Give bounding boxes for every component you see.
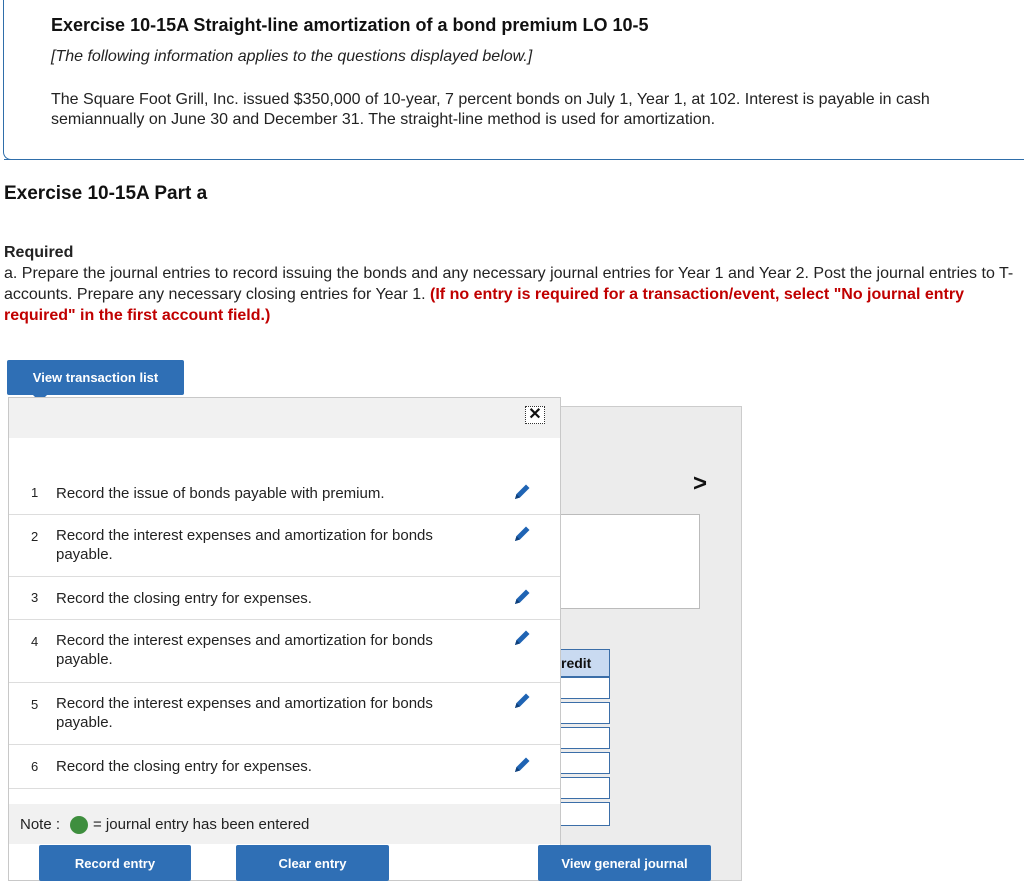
- transaction-number: 1: [31, 485, 39, 500]
- journal-description-box: [560, 514, 700, 609]
- problem-text: The Square Foot Grill, Inc. issued $350,…: [51, 91, 930, 128]
- close-icon[interactable]: ✕: [525, 406, 545, 424]
- transaction-row[interactable]: 5 Record the interest expenses and amort…: [9, 682, 560, 745]
- credit-input[interactable]: [560, 777, 610, 799]
- transaction-row[interactable]: 6 Record the closing entry for expenses.: [9, 744, 560, 789]
- entered-status-dot: [70, 816, 88, 834]
- pencil-icon[interactable]: [511, 481, 533, 503]
- exercise-title: Exercise 10-15A Straight-line amortizati…: [51, 15, 649, 35]
- transaction-number: 6: [31, 759, 39, 774]
- credit-column-header: redit: [560, 649, 610, 677]
- transaction-text: Record the interest expenses and amortiz…: [56, 527, 433, 563]
- transaction-row[interactable]: 4 Record the interest expenses and amort…: [9, 619, 560, 683]
- part-title: Exercise 10-15A Part a: [4, 183, 208, 204]
- transaction-number: 5: [31, 697, 39, 712]
- required-section: Required a. Prepare the journal entries …: [4, 242, 1019, 326]
- transaction-list-popup: ✕ 1 Record the issue of bonds payable wi…: [8, 397, 561, 881]
- credit-input[interactable]: [560, 802, 610, 826]
- transaction-number: 4: [31, 634, 39, 649]
- transaction-text: Record the closing entry for expenses.: [56, 590, 312, 607]
- record-entry-button[interactable]: Record entry: [39, 845, 191, 881]
- credit-input[interactable]: [560, 727, 610, 749]
- transaction-text: Record the issue of bonds payable with p…: [56, 485, 385, 502]
- required-heading: Required: [4, 244, 74, 261]
- view-transaction-list-button[interactable]: View transaction list: [7, 360, 184, 402]
- note-label: Note :: [20, 816, 61, 833]
- pencil-icon[interactable]: [511, 690, 533, 712]
- credit-input[interactable]: [560, 702, 610, 724]
- next-arrow-icon[interactable]: >: [693, 470, 707, 498]
- transaction-number: 2: [31, 529, 39, 544]
- transaction-text: Record the closing entry for expenses.: [56, 758, 312, 775]
- note-description: = journal entry has been entered: [93, 816, 310, 833]
- pencil-icon[interactable]: [511, 754, 533, 776]
- transaction-text: Record the interest expenses and amortiz…: [56, 632, 433, 668]
- clear-entry-button[interactable]: Clear entry: [236, 845, 389, 881]
- popup-header: [9, 398, 560, 438]
- transaction-number: 3: [31, 590, 39, 605]
- credit-input[interactable]: [560, 677, 610, 699]
- credit-input[interactable]: [560, 752, 610, 774]
- view-general-journal-button[interactable]: View general journal: [538, 845, 711, 881]
- pencil-icon[interactable]: [511, 523, 533, 545]
- info-note: [The following information applies to th…: [51, 48, 533, 65]
- transaction-row[interactable]: 1 Record the issue of bonds payable with…: [9, 470, 560, 515]
- transaction-row[interactable]: 3 Record the closing entry for expenses.: [9, 576, 560, 620]
- transaction-text: Record the interest expenses and amortiz…: [56, 695, 433, 731]
- pencil-icon[interactable]: [511, 586, 533, 608]
- pencil-icon[interactable]: [511, 627, 533, 649]
- transaction-row[interactable]: 2 Record the interest expenses and amort…: [9, 514, 560, 577]
